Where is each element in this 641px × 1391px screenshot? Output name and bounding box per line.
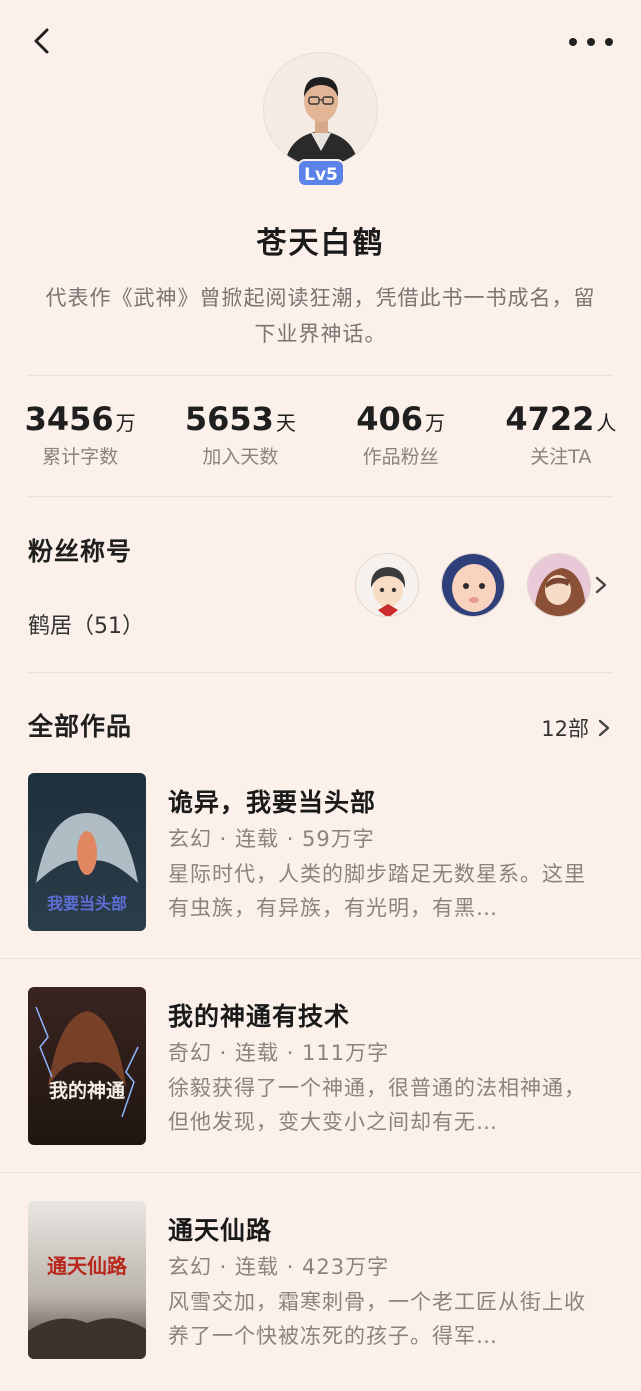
stat-unit: 万 [425, 411, 446, 435]
stat-label: 加入天数 [202, 446, 279, 468]
stat-value: 3456 [24, 400, 114, 438]
book-item[interactable]: 通天仙路 通天仙路 玄幻 · 连载 · 423万字 风雪交加，霜寒刺骨，一个老工… [0, 1201, 641, 1381]
author-bio: 代表作《武神》曾掀起阅读狂潮，凭借此书一书成名，留下业界神话。 [45, 286, 596, 346]
stat-followers[interactable]: 4722 人 关注TA [481, 400, 641, 480]
divider [28, 375, 613, 376]
book-cover[interactable]: 我的神通 [28, 987, 146, 1145]
fan-title-value: 鹤居（51） [28, 614, 144, 639]
stat-value: 406 [356, 400, 424, 438]
avatar[interactable] [263, 52, 378, 167]
book-cover-image: 通天仙路 [28, 1201, 146, 1359]
book-description: 徐毅获得了一个神通，很普通的法相神通，但他发现，变大变小之间却有无… [168, 1076, 586, 1134]
stat-fans: 406 万 作品粉丝 [321, 400, 481, 480]
fan-avatar[interactable] [527, 553, 591, 617]
stat-total-words: 3456 万 累计字数 [0, 400, 160, 480]
book-description: 星际时代，人类的脚步踏足无数星系。这里有虫族，有异族，有光明，有黑… [168, 862, 586, 920]
level-badge: Lv5 [297, 159, 345, 187]
baby-avatar [442, 554, 504, 616]
author-photo [264, 53, 377, 166]
works-count: 12部 [541, 717, 589, 741]
stat-value: 4722 [505, 400, 595, 438]
divider [28, 672, 613, 673]
stat-value: 5653 [184, 400, 274, 438]
book-meta: 奇幻 · 连载 · 111万字 [168, 1041, 390, 1065]
book-title: 通天仙路 [168, 1216, 273, 1245]
stat-unit: 万 [115, 411, 136, 435]
book-cover[interactable]: 我要当头部 [28, 773, 146, 931]
book-cover-image: 我要当头部 [28, 773, 146, 931]
book-cover-image: 我的神通 [28, 987, 146, 1145]
author-avatar-wrap[interactable]: Lv5 [263, 52, 378, 187]
book-item[interactable]: 我的神通 我的神通有技术 奇幻 · 连载 · 111万字 徐毅获得了一个神通，很… [0, 987, 641, 1167]
chevron-left-icon [34, 28, 49, 54]
cover-title: 我要当头部 [47, 894, 127, 913]
book-item[interactable]: 我要当头部 诡异，我要当头部 玄幻 · 连载 · 59万字 星际时代，人类的脚步… [0, 773, 641, 953]
more-button[interactable] [569, 28, 613, 56]
stat-unit: 天 [275, 411, 296, 435]
book-meta: 玄幻 · 连载 · 59万字 [168, 827, 375, 851]
book-cover[interactable]: 通天仙路 [28, 1201, 146, 1359]
stat-unit: 人 [596, 411, 617, 435]
divider [0, 958, 641, 959]
author-profile-page: Lv5 苍天白鹤 代表作《武神》曾掀起阅读狂潮，凭借此书一书成名，留下业界神话。… [0, 0, 641, 1391]
fan-avatar-list[interactable] [355, 552, 613, 618]
chevron-right-icon[interactable] [593, 575, 609, 595]
divider [28, 496, 613, 497]
works-heading: 全部作品 [28, 712, 133, 741]
works-count-link[interactable]: 12部 [541, 713, 611, 743]
anime-girl-avatar [528, 554, 590, 616]
stat-days-joined: 5653 天 加入天数 [160, 400, 320, 480]
stat-label: 作品粉丝 [362, 446, 439, 468]
stat-label: 关注TA [530, 446, 592, 468]
author-name: 苍天白鹤 [256, 226, 385, 261]
chevron-right-icon [598, 719, 610, 737]
fan-title-heading: 粉丝称号 [28, 537, 133, 566]
stats-row: 3456 万 累计字数 5653 天 加入天数 406 万 作品粉丝 4722 人 关注… [0, 400, 641, 480]
cover-title: 通天仙路 [47, 1254, 128, 1278]
cover-title: 我的神通 [49, 1079, 126, 1102]
anime-boy-avatar [356, 554, 418, 616]
book-title: 我的神通有技术 [168, 1002, 351, 1031]
fan-avatar[interactable] [441, 553, 505, 617]
book-meta: 玄幻 · 连载 · 423万字 [168, 1255, 390, 1279]
stat-label: 累计字数 [42, 446, 119, 468]
book-title: 诡异，我要当头部 [168, 788, 377, 817]
back-button[interactable] [28, 26, 58, 56]
fan-avatar[interactable] [355, 553, 419, 617]
divider [0, 1172, 641, 1173]
more-horizontal-icon [569, 38, 577, 46]
book-description: 风雪交加，霜寒刺骨，一个老工匠从街上收养了一个快被冻死的孩子。得军… [168, 1290, 586, 1348]
